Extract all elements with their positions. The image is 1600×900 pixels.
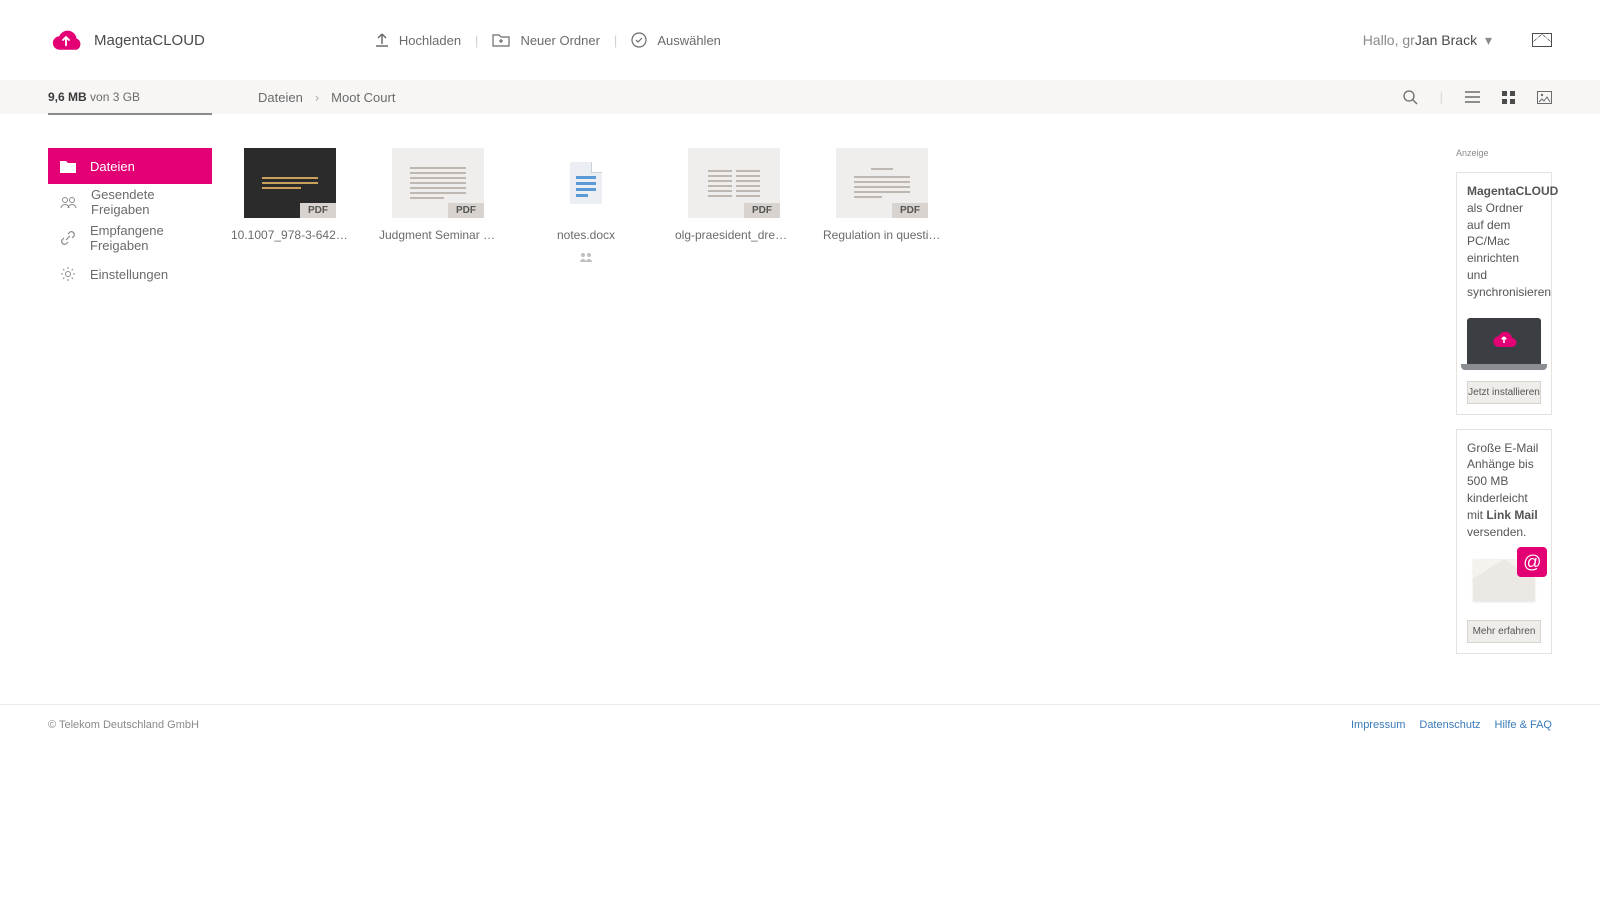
- pdf-thumbnail: PDF: [392, 148, 484, 218]
- breadcrumb: Dateien › Moot Court: [258, 90, 395, 105]
- link-datenschutz[interactable]: Datenschutz: [1419, 719, 1480, 731]
- main: Dateien Gesendete Freigaben Empfangene F…: [0, 114, 1600, 704]
- install-button[interactable]: Jetzt installieren: [1467, 381, 1541, 404]
- storage-bar: [48, 113, 212, 115]
- upload-icon: [375, 32, 389, 48]
- shared-icon: [579, 252, 593, 263]
- file-item[interactable]: PDF 10.1007_978-3-642-2...: [238, 148, 342, 704]
- file-item[interactable]: PDF Regulation in questio...: [830, 148, 934, 704]
- list-view-icon[interactable]: [1465, 91, 1480, 104]
- toolbar: Hochladen | Neuer Ordner | Auswählen: [375, 32, 721, 48]
- pdf-thumbnail: PDF: [688, 148, 780, 218]
- brand-name: MagentaCLOUD: [94, 32, 205, 49]
- pdf-thumbnail: PDF: [244, 148, 336, 218]
- file-grid: PDF 10.1007_978-3-642-2... PDF Judgment …: [226, 148, 1442, 704]
- logo[interactable]: MagentaCLOUD: [48, 28, 205, 52]
- grid-view-icon[interactable]: [1502, 91, 1515, 104]
- cloud-logo-icon: [48, 28, 84, 52]
- user-area: Hallo, grJan Brack ▾: [1363, 32, 1552, 49]
- link-icon: [60, 230, 76, 246]
- link-hilfe[interactable]: Hilfe & FAQ: [1495, 719, 1552, 731]
- check-circle-icon: [631, 32, 647, 48]
- promo-linkmail: Große E-Mail Anhänge bis 500 MB kinderle…: [1456, 429, 1552, 655]
- docx-thumbnail: [540, 148, 632, 218]
- learn-more-button[interactable]: Mehr erfahren: [1467, 620, 1541, 643]
- promo-rail: Anzeige MagentaCLOUD als Ordner auf dem …: [1456, 148, 1552, 704]
- promo-sync: MagentaCLOUD als Ordner auf dem PC/Mac e…: [1456, 172, 1552, 415]
- user-menu[interactable]: Hallo, grJan Brack ▾: [1363, 32, 1492, 49]
- footer: © Telekom Deutschland GmbH Impressum Dat…: [0, 704, 1600, 745]
- folder-icon: [60, 160, 76, 173]
- file-item[interactable]: notes.docx: [534, 148, 638, 704]
- laptop-icon: [1467, 315, 1541, 367]
- new-folder-icon: [492, 33, 510, 47]
- select-button[interactable]: Auswählen: [631, 32, 721, 48]
- sidebar-item-received-shares[interactable]: Empfangene Freigaben: [48, 220, 212, 256]
- sidebar-item-sent-shares[interactable]: Gesendete Freigaben: [48, 184, 212, 220]
- link-impressum[interactable]: Impressum: [1351, 719, 1405, 731]
- people-icon: [60, 196, 77, 209]
- mail-icon[interactable]: [1532, 33, 1552, 47]
- envelope-icon: @: [1467, 554, 1541, 606]
- sidebar-item-settings[interactable]: Einstellungen: [48, 256, 212, 292]
- breadcrumb-root[interactable]: Dateien: [258, 90, 303, 105]
- view-tools: |: [1403, 90, 1552, 105]
- sidebar-item-files[interactable]: Dateien: [48, 148, 212, 184]
- pdf-thumbnail: PDF: [836, 148, 928, 218]
- chevron-right-icon: ›: [315, 90, 319, 105]
- new-folder-button[interactable]: Neuer Ordner: [492, 33, 599, 48]
- breadcrumb-folder[interactable]: Moot Court: [331, 90, 395, 105]
- search-icon[interactable]: [1403, 90, 1418, 105]
- footer-links: Impressum Datenschutz Hilfe & FAQ: [1351, 719, 1552, 731]
- sidebar: Dateien Gesendete Freigaben Empfangene F…: [48, 148, 212, 704]
- storage-indicator: 9,6 MB von 3 GB: [48, 90, 258, 104]
- header: MagentaCLOUD Hochladen | Neuer Ordner | …: [0, 0, 1600, 80]
- gear-icon: [60, 266, 76, 282]
- file-item[interactable]: PDF Judgment Seminar 1 ...: [386, 148, 490, 704]
- chevron-down-icon: ▾: [1485, 32, 1492, 49]
- file-item[interactable]: PDF olg-praesident_dresd...: [682, 148, 786, 704]
- image-view-icon[interactable]: [1537, 91, 1552, 104]
- copyright: © Telekom Deutschland GmbH: [48, 719, 199, 731]
- upload-button[interactable]: Hochladen: [375, 32, 461, 48]
- sub-bar: 9,6 MB von 3 GB Dateien › Moot Court |: [0, 80, 1600, 114]
- ad-label: Anzeige: [1456, 148, 1552, 158]
